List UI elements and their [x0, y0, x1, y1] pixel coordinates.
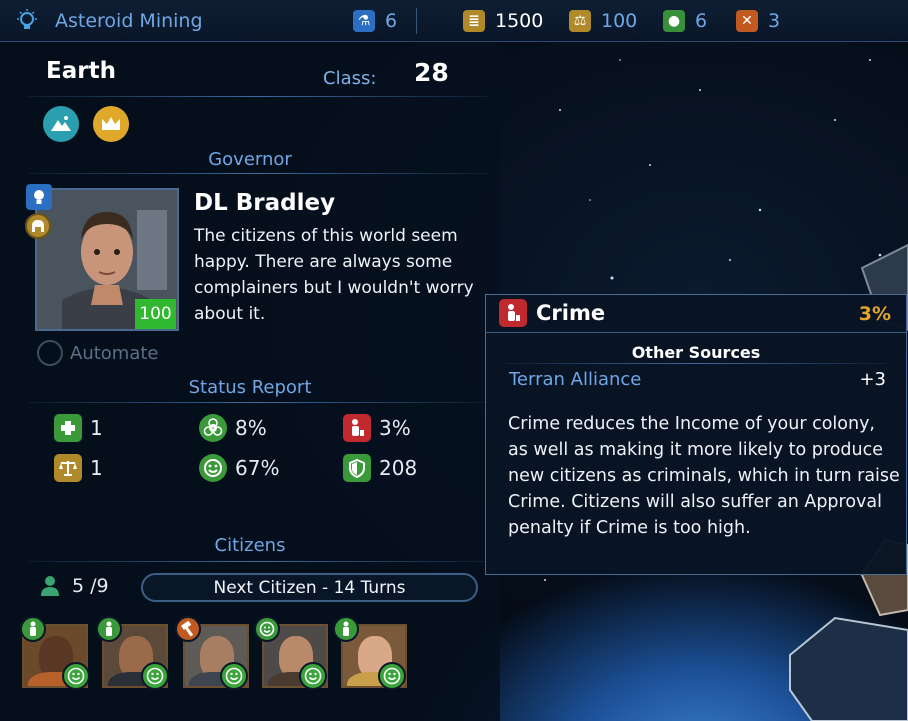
smiley-icon: [141, 662, 169, 690]
crown-icon: [102, 117, 120, 130]
happy-role-icon: [254, 616, 280, 642]
smiley-icon: [220, 662, 248, 690]
tooltip-subheading: Other Sources: [631, 343, 761, 362]
crown-trait-icon[interactable]: [93, 106, 129, 142]
tooltip-description: Crime reduces the Income of your colony,…: [508, 414, 900, 538]
influence-value: 1: [90, 456, 103, 480]
divider: [28, 561, 488, 562]
defense-stat[interactable]: 208: [343, 454, 417, 482]
crime-icon: [499, 299, 527, 327]
credits-icon: ≣: [463, 10, 485, 32]
top-resource-bar: Asteroid Mining ⚗ 6 ≣ 1500 ⚖ 100 ● 6 ✕ 3: [0, 0, 908, 42]
influence-stat[interactable]: 1: [54, 454, 103, 482]
credits-value: 1500: [495, 10, 544, 32]
divider: [28, 402, 488, 403]
citizens-section-title: Citizens: [214, 535, 286, 556]
military-stat[interactable]: ✕ 3: [736, 0, 780, 42]
governor-comment: The citizens of this world seem happy. T…: [194, 226, 474, 324]
scales-icon: [54, 454, 82, 482]
governor-name: DL Bradley: [194, 190, 336, 216]
smiley-icon: [299, 662, 327, 690]
pollution-stat[interactable]: 8%: [199, 414, 267, 442]
military-value: 3: [768, 10, 781, 32]
lightbulb-icon: [34, 190, 44, 204]
class-value: 28: [414, 58, 449, 87]
mountain-icon: [51, 116, 71, 131]
lightbulb-trait-icon[interactable]: [26, 184, 52, 210]
influence-stat[interactable]: ⚖ 100: [569, 0, 637, 42]
scales-icon: ⚖: [569, 10, 591, 32]
tooltip-title: Crime: [536, 301, 606, 325]
food-stat[interactable]: ● 6: [663, 0, 707, 42]
crime-icon: [343, 414, 371, 442]
divider: [486, 332, 906, 333]
divider: [28, 96, 488, 97]
tooltip-source-value: +3: [859, 369, 886, 390]
automate-toggle[interactable]: Automate: [37, 340, 159, 366]
governor-level-badge: 100: [135, 299, 176, 329]
approval-stat[interactable]: 67%: [199, 454, 279, 482]
automate-checkbox[interactable]: [37, 340, 63, 366]
citizen-count-value: 5 /9: [72, 575, 109, 597]
shield-icon: [343, 454, 371, 482]
flask-icon: ⚗: [353, 10, 375, 32]
research-value: 6: [385, 10, 398, 32]
next-citizen-bar: Next Citizen - 14 Turns: [141, 573, 478, 602]
research-stat[interactable]: ⚗ 6: [353, 0, 397, 42]
helmet-icon: [32, 220, 44, 232]
divider: [28, 173, 488, 174]
worker-role-icon: [333, 616, 359, 642]
health-value: 1: [90, 416, 103, 440]
approval-value: 67%: [235, 456, 280, 480]
citizen-count: 5 /9: [38, 574, 109, 598]
food-value: 6: [695, 10, 708, 32]
crime-value: 3%: [379, 416, 411, 440]
influence-value: 100: [601, 10, 638, 32]
credits-stat[interactable]: ≣ 1500: [463, 0, 543, 42]
health-stat[interactable]: 1: [54, 414, 103, 442]
tooltip-source-name: Terran Alliance: [509, 369, 642, 390]
automate-label: Automate: [70, 342, 159, 364]
worker-role-icon: [20, 616, 46, 642]
apple-icon: ●: [663, 10, 685, 32]
defense-value: 208: [379, 456, 418, 480]
crossed-swords-icon: ✕: [736, 10, 758, 32]
smiley-icon: [62, 662, 90, 690]
lightbulb-icon: [17, 9, 37, 29]
smiley-icon: [199, 454, 227, 482]
mountain-trait-icon[interactable]: [43, 106, 79, 142]
tooltip-percent: 3%: [858, 303, 891, 325]
worker-role-icon: [96, 616, 122, 642]
planet-name: Earth: [46, 58, 116, 84]
divider: [416, 8, 417, 34]
biohazard-icon: [199, 414, 227, 442]
governor-section-title: Governor: [208, 149, 292, 170]
health-cross-icon: [54, 414, 82, 442]
class-label: Class:: [323, 68, 377, 89]
helmet-trait-icon[interactable]: [25, 213, 51, 239]
research-project[interactable]: Asteroid Mining: [14, 0, 203, 42]
crime-tooltip: Crime 3% Other Sources Terran Alliance +…: [485, 294, 907, 575]
person-icon: [41, 576, 59, 596]
pollution-value: 8%: [235, 416, 267, 440]
status-report-title: Status Report: [188, 377, 312, 398]
smiley-icon: [378, 662, 406, 690]
hammer-role-icon: [175, 616, 201, 642]
research-title: Asteroid Mining: [55, 10, 203, 32]
crime-stat[interactable]: 3%: [343, 414, 411, 442]
divider: [506, 363, 886, 364]
